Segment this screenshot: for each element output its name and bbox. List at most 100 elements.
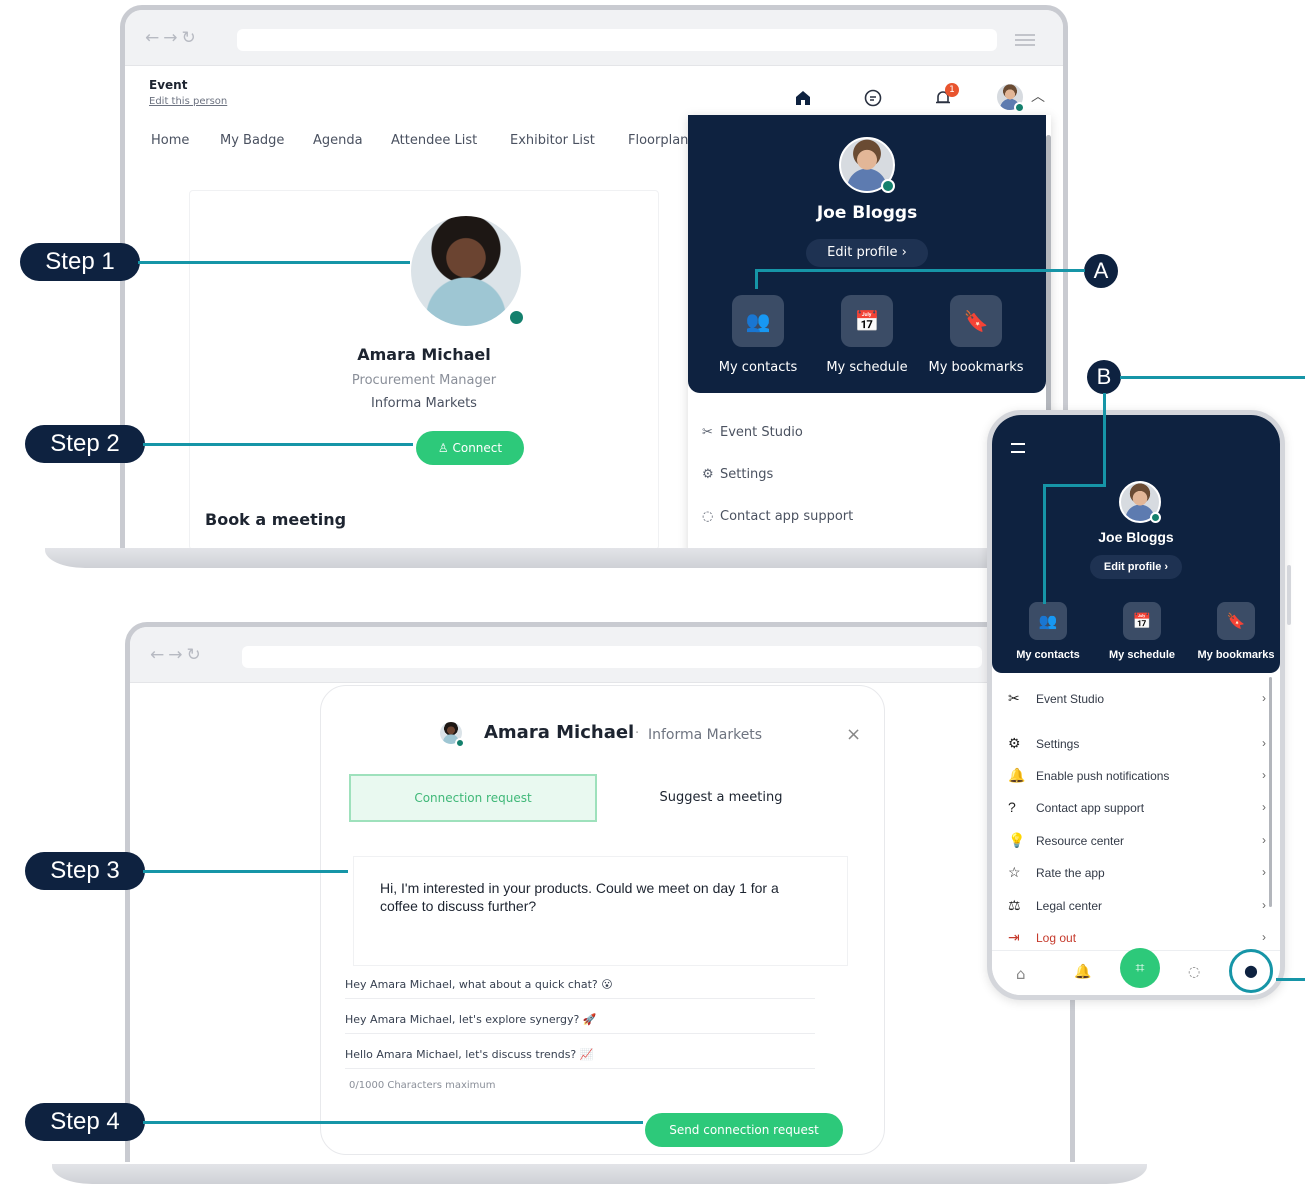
menu-contact-support-label: Contact app support xyxy=(720,509,854,524)
calendar-check-icon: 📅 xyxy=(1132,612,1152,630)
mobile-bottom-nav: ⌂ 🔔 ⌗ ◌ ● xyxy=(992,948,1280,995)
mobile-menu-icon[interactable] xyxy=(1011,443,1025,453)
message-textarea[interactable]: Hi, I'm interested in your products. Cou… xyxy=(353,856,848,966)
mobile-menu-settings[interactable]: ⚙ Settings › xyxy=(1008,731,1266,755)
menu-settings[interactable]: ⚙ Settings xyxy=(702,467,773,482)
tab-suggest-meeting[interactable]: Suggest a meeting xyxy=(601,774,841,822)
notification-badge: 1 xyxy=(945,83,959,97)
mobile-scrollbar[interactable] xyxy=(1269,677,1272,907)
modal-name: Amara Michael xyxy=(484,722,635,743)
tab-suggest-meeting-label: Suggest a meeting xyxy=(659,790,783,805)
menu-settings-label: Settings xyxy=(720,467,774,482)
mobile-my-contacts-label[interactable]: My contacts xyxy=(998,649,1098,661)
step-2-label: Step 2 xyxy=(25,425,145,463)
my-bookmarks-tile[interactable]: 🔖 xyxy=(950,295,1002,347)
chat-icon[interactable] xyxy=(863,88,883,108)
bell-icon[interactable]: 1 xyxy=(933,83,959,108)
browser-chrome-2: ←→↻ xyxy=(130,627,1070,683)
contacts-icon: 👥 xyxy=(1038,612,1058,630)
mobile-menu-settings-label: Settings xyxy=(1036,737,1080,751)
my-contacts-tile[interactable]: 👥 xyxy=(732,295,784,347)
attendee-company: Informa Markets xyxy=(371,396,477,411)
step-3-leader-line xyxy=(143,870,348,873)
mobile-menu-resource-center[interactable]: 💡 Resource center › xyxy=(1008,828,1266,852)
mobile-my-bookmarks-tile[interactable]: 🔖 xyxy=(1217,602,1255,640)
tab-attendee-list[interactable]: Attendee List xyxy=(391,133,477,148)
lightbulb-icon: 💡 xyxy=(1008,832,1026,848)
marker-a-leader-vertical xyxy=(755,269,758,289)
home-icon[interactable]: ⌂ xyxy=(1016,965,1026,983)
chevron-right-icon: › xyxy=(1262,865,1266,879)
marker-a-leader-horizontal xyxy=(755,269,1085,272)
chat-icon[interactable]: ◌ xyxy=(1188,964,1200,980)
mobile-menu-log-out-label: Log out xyxy=(1036,931,1077,945)
menu-event-studio[interactable]: ✂ Event Studio xyxy=(702,425,803,440)
chevron-right-icon: › xyxy=(1262,930,1266,944)
mobile-my-contacts-tile[interactable]: 👥 xyxy=(1029,602,1067,640)
tab-my-badge[interactable]: My Badge xyxy=(220,133,284,148)
gavel-icon: ⚖ xyxy=(1008,897,1021,913)
my-bookmarks-label[interactable]: My bookmarks xyxy=(911,360,1041,375)
mobile-menu-log-out[interactable]: ⇥ Log out › xyxy=(1008,925,1266,949)
mobile-my-bookmarks-label[interactable]: My bookmarks xyxy=(1186,649,1280,661)
question-icon: ? xyxy=(1008,799,1016,815)
dropdown-header: Joe Bloggs Edit profile › 👥 📅 🔖 My conta… xyxy=(688,115,1046,393)
mobile-menu-contact-support[interactable]: ? Contact app support › xyxy=(1008,795,1266,819)
tab-home[interactable]: Home xyxy=(151,133,189,148)
profile-icon[interactable]: ● xyxy=(1229,949,1273,993)
mobile-edit-profile-button[interactable]: Edit profile › xyxy=(1090,555,1182,579)
browser-nav-arrows[interactable]: ←→↻ xyxy=(145,28,200,48)
connect-button[interactable]: ♙ Connect xyxy=(416,431,524,465)
send-connection-request-button[interactable]: Send connection request xyxy=(645,1113,843,1147)
suggestion-trends[interactable]: Hello Amara Michael, let's discuss trend… xyxy=(345,1048,815,1069)
address-bar[interactable] xyxy=(237,29,997,51)
mobile-menu-legal-center-label: Legal center xyxy=(1036,899,1103,913)
browser-nav-arrows-2[interactable]: ←→↻ xyxy=(150,645,205,665)
star-icon: ☆ xyxy=(1008,864,1021,880)
step-1-leader-line xyxy=(138,261,410,264)
close-icon[interactable]: × xyxy=(846,724,861,745)
book-meeting-heading: Book a meeting xyxy=(205,510,347,529)
marker-b: B xyxy=(1087,360,1121,394)
mobile-menu-event-studio[interactable]: ✂ Event Studio › xyxy=(1008,686,1266,710)
tab-connection-request[interactable]: Connection request xyxy=(349,774,597,822)
mobile-menu-push-notifications[interactable]: 🔔 Enable push notifications › xyxy=(1008,763,1266,787)
laptop-base-bottom xyxy=(52,1164,1147,1184)
step-1-label: Step 1 xyxy=(20,243,140,281)
my-schedule-tile[interactable]: 📅 xyxy=(841,295,893,347)
mobile-menu-rate-app[interactable]: ☆ Rate the app › xyxy=(1008,860,1266,884)
suggestion-synergy[interactable]: Hey Amara Michael, let's explore synergy… xyxy=(345,1013,815,1034)
edit-profile-button[interactable]: Edit profile › xyxy=(806,239,928,267)
edit-person-link[interactable]: Edit this person xyxy=(149,96,227,107)
mobile-my-schedule-tile[interactable]: 📅 xyxy=(1123,602,1161,640)
browser-menu-icon[interactable] xyxy=(1015,34,1035,46)
mobile-edit-profile-label: Edit profile xyxy=(1103,561,1162,573)
tab-agenda[interactable]: Agenda xyxy=(313,133,363,148)
tab-exhibitor-list[interactable]: Exhibitor List xyxy=(510,133,595,148)
modal-online-indicator xyxy=(455,738,465,748)
home-icon[interactable] xyxy=(793,88,813,108)
profile-icon-leader-line xyxy=(1276,978,1305,981)
tab-floorplan[interactable]: Floorplan xyxy=(628,133,688,148)
address-bar-2[interactable] xyxy=(242,646,982,668)
chevron-up-icon[interactable]: ︿ xyxy=(1031,86,1045,106)
mobile-menu-event-studio-label: Event Studio xyxy=(1036,692,1105,706)
magic-wand-icon: ✂ xyxy=(1008,690,1020,706)
message-text: Hi, I'm interested in your products. Cou… xyxy=(380,880,779,914)
mobile-menu-rate-app-label: Rate the app xyxy=(1036,866,1105,880)
step-4-label: Step 4 xyxy=(25,1103,145,1141)
chevron-right-icon: › xyxy=(1262,898,1266,912)
bell-icon[interactable]: 🔔 xyxy=(1074,964,1091,980)
dropdown-online-indicator xyxy=(881,179,895,193)
support-chat-icon: ◌ xyxy=(702,509,714,524)
suggestion-chat[interactable]: Hey Amara Michael, what about a quick ch… xyxy=(345,978,815,999)
desktop-browser-window-2: ←→↻ Amara Michael · Informa Markets × Co… xyxy=(125,622,1075,1162)
mobile-menu-legal-center[interactable]: ⚖ Legal center › xyxy=(1008,893,1266,917)
qr-scan-icon[interactable]: ⌗ xyxy=(1120,948,1160,988)
connection-modal: Amara Michael · Informa Markets × Connec… xyxy=(320,685,885,1155)
menu-contact-support[interactable]: ◌ Contact app support xyxy=(702,509,853,524)
mobile-user-name: Joe Bloggs xyxy=(1098,529,1174,545)
mobile-menu-resource-center-label: Resource center xyxy=(1036,834,1125,848)
mobile-my-schedule-label[interactable]: My schedule xyxy=(1092,649,1192,661)
step-3-label: Step 3 xyxy=(25,852,145,890)
